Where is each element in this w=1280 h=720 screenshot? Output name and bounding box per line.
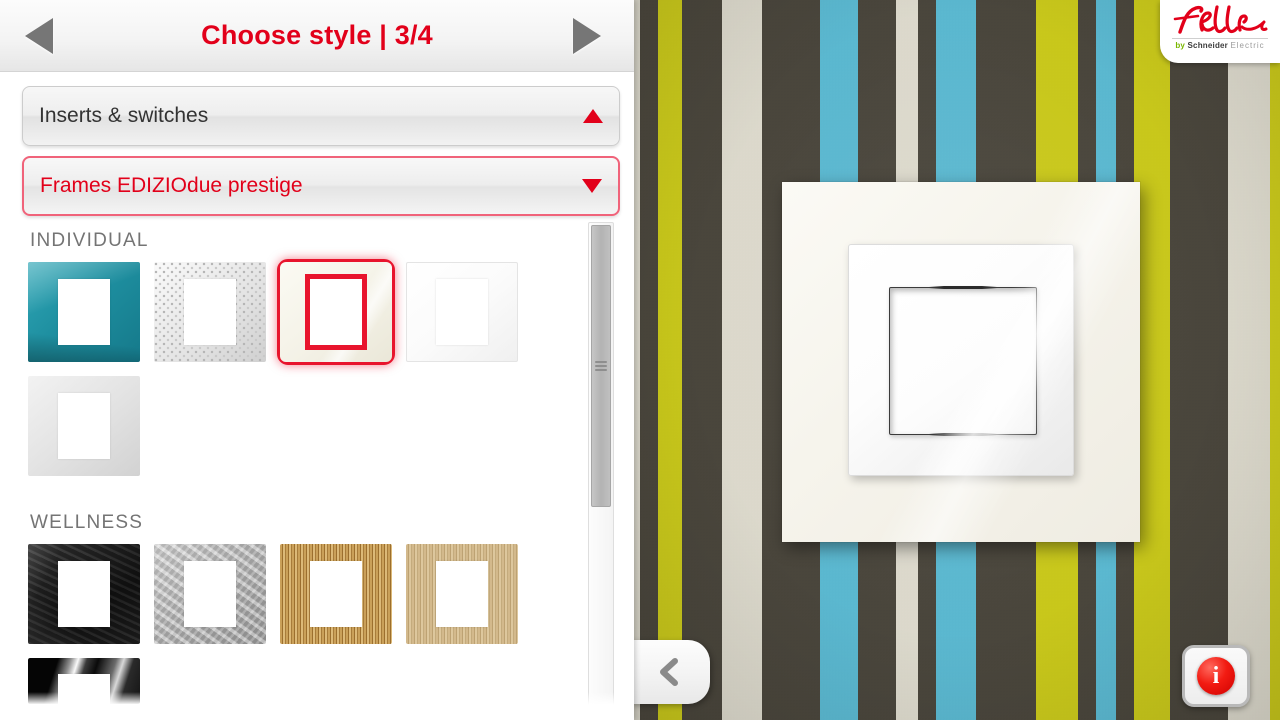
previous-step-button[interactable] (16, 13, 62, 59)
panel-titlebar: Choose style | 3/4 (0, 0, 634, 72)
frame-window (58, 393, 110, 459)
frame-window (436, 279, 488, 345)
list-scrollbar[interactable] (588, 222, 614, 710)
thumb-row (22, 376, 586, 476)
logo-by: by (1175, 41, 1186, 50)
frame-window (436, 561, 488, 627)
switch-mounting-plate (782, 182, 1140, 542)
switch-frame-preview[interactable] (848, 244, 1074, 476)
frame-window (58, 673, 110, 704)
thumb-row (22, 658, 586, 704)
triangle-right-icon (573, 17, 601, 54)
wallpaper-stripe (1228, 0, 1270, 720)
dropdown-inserts-switches[interactable]: Inserts & switches (22, 86, 620, 146)
frame-thumb-teal-gloss[interactable] (28, 262, 140, 362)
scrollbar-grip-icon (595, 359, 607, 373)
rocker-slot-top (929, 286, 997, 289)
wallpaper-stripe (658, 0, 682, 720)
style-selector-panel: Choose style | 3/4 Inserts & switches Fr… (0, 0, 634, 720)
frame-thumb-concrete[interactable] (154, 544, 266, 644)
caret-down-icon (582, 179, 602, 193)
wallpaper-stripe (682, 0, 722, 720)
preview-stage: by Schneider Electric (630, 0, 1280, 720)
frame-window (58, 279, 110, 345)
rocker-switch[interactable] (889, 286, 1037, 436)
feller-wordmark-icon (1173, 5, 1268, 34)
frame-thumb-silver[interactable] (28, 376, 140, 476)
group-title-individual: INDIVIDUAL (30, 230, 149, 251)
dropdown-label: Frames EDIZIOdue prestige (40, 174, 303, 197)
group-title-wellness: WELLNESS (30, 512, 144, 533)
thumb-row (22, 544, 586, 644)
logo-subtitle: by Schneider Electric (1175, 41, 1264, 50)
frame-thumb-white[interactable] (406, 262, 518, 362)
info-icon: i (1197, 657, 1235, 695)
category-dropdowns: Inserts & switches Frames EDIZIOdue pres… (0, 72, 634, 216)
thumb-row (22, 259, 586, 365)
frame-window (184, 279, 236, 345)
logo-schneider: Schneider (1187, 41, 1228, 50)
frame-window (310, 279, 362, 345)
frame-window (58, 561, 110, 627)
scrollbar-thumb[interactable] (591, 225, 611, 507)
next-step-button[interactable] (564, 13, 610, 59)
logo-divider (1172, 38, 1268, 39)
chevron-left-icon (660, 658, 678, 686)
logo-electric: Electric (1230, 41, 1265, 50)
rocker-slot-bottom (929, 433, 997, 436)
brand-logo: by Schneider Electric (1160, 0, 1280, 63)
info-button[interactable]: i (1182, 645, 1250, 707)
page-title: Choose style | 3/4 (201, 20, 433, 50)
triangle-left-icon (25, 17, 53, 54)
frame-list-content: INDIVIDUAL WELLNESS (22, 222, 586, 710)
frame-thumb-oak-veneer[interactable] (406, 544, 518, 644)
frame-list: INDIVIDUAL WELLNESS (22, 222, 622, 710)
frame-thumb-black-slate[interactable] (28, 544, 140, 644)
wallpaper-stripe (640, 0, 658, 720)
caret-up-icon (583, 109, 603, 123)
frame-thumb-cream-selected[interactable] (277, 259, 395, 365)
frame-window (184, 561, 236, 627)
frame-window (310, 561, 362, 627)
back-button[interactable] (630, 640, 710, 704)
frame-thumb-perforated-metal[interactable] (154, 262, 266, 362)
frame-thumb-black-gloss[interactable] (28, 658, 140, 704)
app-root: by Schneider Electric i Choose style | 3… (0, 0, 1280, 720)
wallpaper-stripe (1270, 0, 1280, 720)
dropdown-label: Inserts & switches (39, 104, 209, 127)
dropdown-frames-ediziodue-prestige[interactable]: Frames EDIZIOdue prestige (22, 156, 620, 216)
wallpaper-stripe (1170, 0, 1228, 720)
frame-thumb-bamboo[interactable] (280, 544, 392, 644)
wallpaper-stripe (722, 0, 762, 720)
